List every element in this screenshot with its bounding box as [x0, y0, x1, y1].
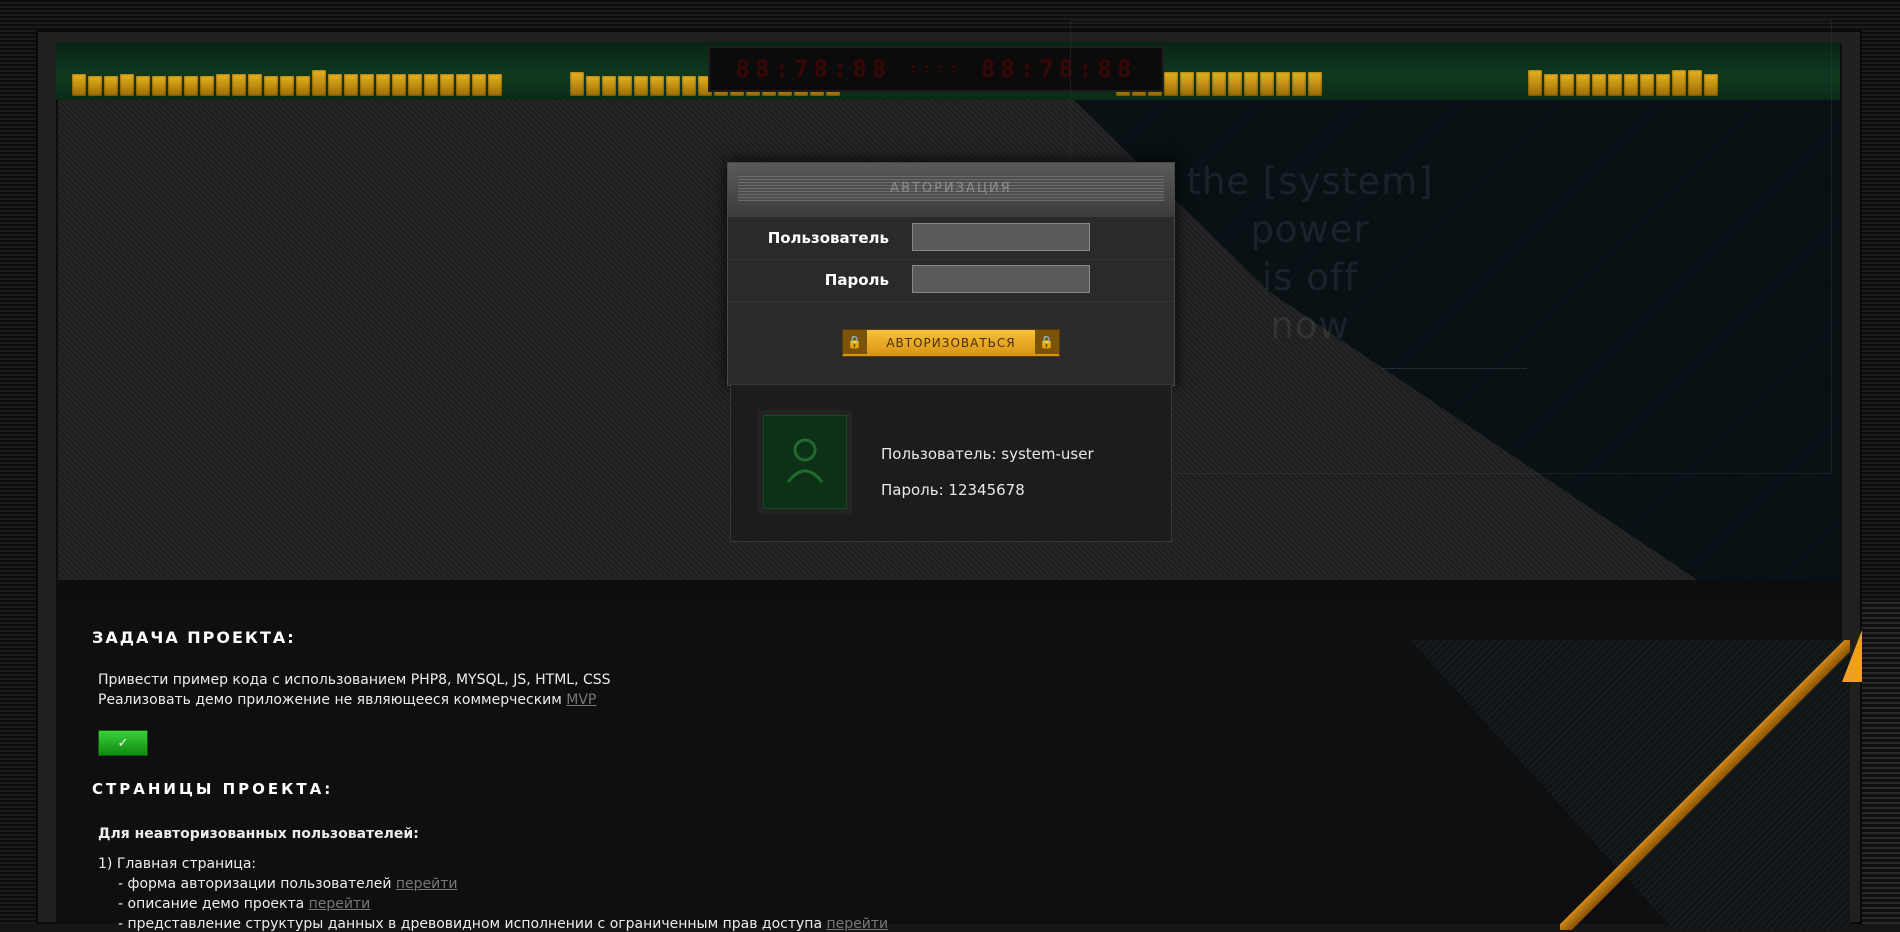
- orange-diagonal-decoration: [1560, 640, 1850, 930]
- list-item: - описание демо проекта перейти: [118, 896, 371, 912]
- list-item: - представление структуры данных в древо…: [118, 916, 889, 932]
- password-input[interactable]: [912, 265, 1090, 293]
- lock-icon: 🔒: [1035, 330, 1059, 354]
- confirm-button[interactable]: ✓: [98, 730, 148, 756]
- lock-icon: 🔒: [843, 330, 867, 354]
- goto-link[interactable]: перейти: [309, 896, 371, 912]
- password-row: Пароль: [728, 261, 1174, 302]
- task-line-2: Реализовать демо приложение не являющеес…: [98, 692, 597, 708]
- login-title: АВТОРИЗАЦИЯ: [738, 175, 1164, 201]
- demo-password: Пароль: 12345678: [881, 481, 1025, 499]
- goto-link[interactable]: перейти: [826, 916, 888, 932]
- system-underline: [1382, 368, 1527, 369]
- unauth-heading: Для неавторизованных пользователей:: [98, 826, 419, 842]
- list-item: - форма авторизации пользователей перейт…: [118, 876, 458, 892]
- led-mid: ::::: [909, 61, 963, 77]
- login-button-label: АВТОРИЗОВАТЬСЯ: [886, 336, 1016, 350]
- led-left: 88:78:88: [735, 55, 892, 83]
- login-button[interactable]: 🔒 АВТОРИЗОВАТЬСЯ 🔒: [842, 329, 1060, 357]
- demo-credentials: Пользователь: system-user Пароль: 123456…: [730, 384, 1172, 542]
- login-header: АВТОРИЗАЦИЯ: [728, 163, 1174, 217]
- demo-username: Пользователь: system-user: [881, 445, 1094, 463]
- user-label: Пользователь: [767, 229, 889, 247]
- system-power-text: the [system] power is off now: [1186, 160, 1434, 347]
- login-form: АВТОРИЗАЦИЯ Пользователь Пароль 🔒 АВТОРИ…: [727, 162, 1175, 386]
- password-label: Пароль: [824, 271, 889, 289]
- right-edge-stripes: [1862, 600, 1900, 924]
- mvp-link[interactable]: MVP: [566, 692, 596, 708]
- task-title: ЗАДАЧА ПРОЕКТА:: [92, 628, 296, 647]
- user-row: Пользователь: [728, 219, 1174, 260]
- equalizer-left: [72, 70, 502, 96]
- user-avatar-icon: [763, 415, 847, 509]
- task-line-1: Привести пример кода с использованием PH…: [98, 672, 611, 688]
- username-input[interactable]: [912, 223, 1090, 251]
- item-main-page: 1) Главная страница:: [98, 856, 257, 872]
- pages-title: СТРАНИЦЫ ПРОЕКТА:: [92, 780, 334, 798]
- goto-link[interactable]: перейти: [396, 876, 458, 892]
